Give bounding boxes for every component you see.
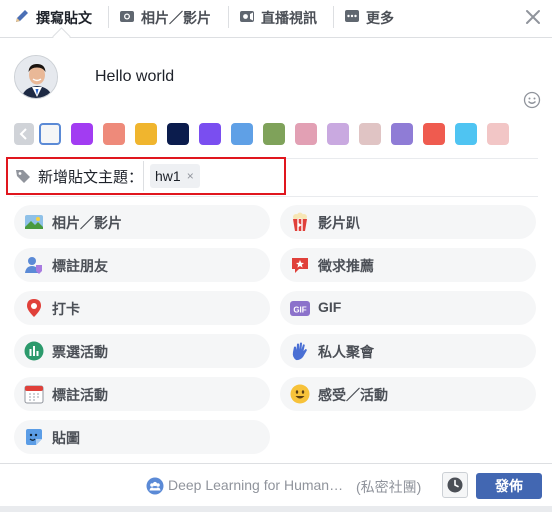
poll-icon [24,341,44,361]
tab-live-video[interactable]: 直播視訊 [239,0,317,36]
more-icon [344,8,360,24]
background-swatch[interactable] [455,123,477,145]
background-swatch[interactable] [71,123,93,145]
camera-icon [119,8,135,24]
action-photo-video[interactable]: 相片／影片 [14,205,270,239]
divider [143,161,144,191]
composer-tabs: 撰寫貼文 相片／影片 直播視訊 更多 [0,0,552,38]
action-poll[interactable]: 票選活動 [14,334,270,368]
action-watch-party[interactable]: 影片趴 [280,205,536,239]
tab-label: 撰寫貼文 [36,10,92,26]
post-text[interactable]: Hello world [95,68,174,86]
photo-icon [24,212,44,232]
emoji-icon[interactable] [523,91,541,109]
divider [14,196,538,197]
action-tag-event[interactable]: 標註活動 [14,377,270,411]
action-label: 私人聚會 [318,344,374,360]
audience-selector[interactable]: Deep Learning for Human… [168,477,343,493]
action-gif[interactable]: GIF GIF [280,291,536,325]
background-swatch[interactable] [423,123,445,145]
background-swatch[interactable] [391,123,413,145]
avatar [14,55,58,99]
tab-more[interactable]: 更多 [344,0,394,36]
background-swatch[interactable] [327,123,349,145]
tab-label: 相片／影片 [141,10,211,26]
close-icon[interactable] [524,8,542,26]
background-swatch[interactable] [199,123,221,145]
tab-label: 更多 [366,10,394,26]
action-label: 打卡 [52,301,80,317]
background-swatch[interactable] [167,123,189,145]
sticker-icon [24,427,44,447]
background-swatch[interactable] [263,123,285,145]
action-label: GIF [318,299,342,315]
hand-wave-icon [290,341,310,361]
tab-write-post[interactable]: 撰寫貼文 [14,0,92,36]
group-icon [146,477,164,495]
action-label: 徵求推薦 [318,258,374,274]
background-swatch[interactable] [39,123,61,145]
background-picker [14,122,519,146]
bottom-strip [0,506,552,512]
divider [0,463,552,464]
tag-friend-icon [24,255,44,275]
action-feeling-activity[interactable]: 感受／活動 [280,377,536,411]
action-label: 相片／影片 [52,215,122,231]
chevron-left-icon[interactable] [14,123,34,145]
pencil-icon [14,8,30,24]
gif-icon: GIF [290,298,310,318]
location-pin-icon [24,298,44,318]
smiley-icon [290,384,310,404]
topic-tag-chip[interactable]: hw1 × [150,164,200,188]
remove-tag-icon[interactable]: × [187,169,194,183]
action-tag-friends[interactable]: 標註朋友 [14,248,270,282]
video-camera-icon [239,8,255,24]
background-swatch[interactable] [487,123,509,145]
action-check-in[interactable]: 打卡 [14,291,270,325]
action-label: 貼圖 [52,430,80,446]
background-swatch[interactable] [359,123,381,145]
action-label: 感受／活動 [318,387,388,403]
tab-photo-video[interactable]: 相片／影片 [119,0,211,36]
tab-label: 直播視訊 [261,10,317,26]
background-swatch[interactable] [135,123,157,145]
action-recommendations[interactable]: 徵求推薦 [280,248,536,282]
privacy-label: (私密社團) [356,479,422,495]
recommend-icon [290,255,310,275]
post-button[interactable]: 發佈 [476,473,542,499]
background-swatch[interactable] [103,123,125,145]
action-sticker[interactable]: 貼圖 [14,420,270,454]
background-swatch[interactable] [295,123,317,145]
composer-area[interactable]: Hello world [0,37,552,118]
action-label: 影片趴 [318,215,360,231]
action-private-gathering[interactable]: 私人聚會 [280,334,536,368]
popcorn-icon [290,212,310,232]
topic-tag-text: hw1 [155,168,181,184]
action-label: 票選活動 [52,344,108,360]
clock-icon[interactable] [442,472,468,498]
action-label: 標註朋友 [52,258,108,274]
tag-icon [15,168,31,184]
background-swatch[interactable] [231,123,253,145]
calendar-icon [24,384,44,404]
action-label: 標註活動 [52,387,108,403]
topic-label: 新增貼文主題： [38,169,144,186]
svg-text:GIF: GIF [293,306,306,315]
